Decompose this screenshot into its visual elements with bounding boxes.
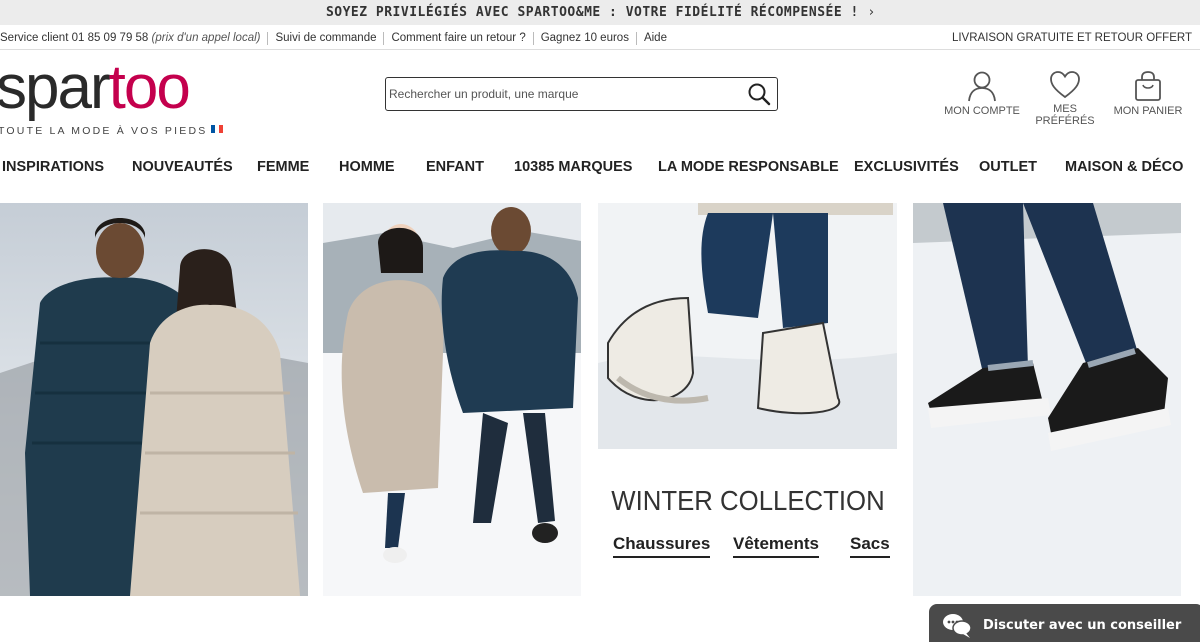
nav-marques[interactable]: 10385 MARQUES: [514, 159, 632, 175]
logo-part-2: too: [108, 53, 191, 122]
favorites-button[interactable]: MES PRÉFÉRÉS: [1026, 70, 1104, 127]
cart-button[interactable]: MON PANIER: [1112, 70, 1184, 117]
hero-image-white-boots[interactable]: [598, 203, 897, 449]
search-icon: [748, 83, 771, 106]
tagline-text: TOUTE LA MODE À VOS PIEDS: [0, 125, 208, 137]
promo-text[interactable]: SOYEZ PRIVILÉGIÉS AVEC SPARTOO&ME : VOTR…: [326, 5, 859, 20]
chat-widget[interactable]: Discuter avec un conseiller: [929, 604, 1200, 642]
collection-title: WINTER COLLECTION: [611, 485, 885, 516]
nav-exclusivites[interactable]: EXCLUSIVITÉS: [854, 159, 959, 175]
utility-links: Service client 01 85 09 79 58 (prix d'un…: [0, 31, 667, 45]
nav-maison-deco[interactable]: MAISON & DÉCO: [1065, 159, 1183, 175]
nav-enfant[interactable]: ENFANT: [426, 159, 484, 175]
search-box: [385, 77, 778, 111]
running-couple-illustration: [323, 203, 581, 596]
logo-tagline: TOUTE LA MODE À VOS PIEDS: [0, 125, 224, 137]
utility-bar: Service client 01 85 09 79 58 (prix d'un…: [0, 27, 1200, 50]
hero-image-black-boots[interactable]: [913, 203, 1181, 596]
order-tracking-link[interactable]: Suivi de commande: [275, 32, 376, 44]
site-logo[interactable]: spartoo TOUTE LA MODE À VOS PIEDS: [0, 56, 236, 138]
heart-icon: [1050, 71, 1080, 99]
account-button[interactable]: MON COMPTE: [944, 70, 1020, 117]
bag-icon: [1135, 71, 1161, 101]
search-input[interactable]: [389, 79, 739, 109]
returns-link[interactable]: Comment faire un retour ?: [391, 32, 525, 44]
help-link[interactable]: Aide: [644, 32, 667, 44]
clothing-link[interactable]: Vêtements: [733, 534, 819, 558]
main-nav: INSPIRATIONS NOUVEAUTÉS FEMME HOMME ENFA…: [0, 156, 1200, 180]
nav-homme[interactable]: HOMME: [339, 159, 395, 175]
logo-wordmark: spartoo: [0, 53, 191, 122]
hero-image-couple[interactable]: [0, 203, 308, 596]
promo-banner[interactable]: SOYEZ PRIVILÉGIÉS AVEC SPARTOO&ME : VOTR…: [0, 0, 1200, 25]
cart-label: MON PANIER: [1113, 105, 1183, 117]
chat-label: Discuter avec un conseiller: [983, 617, 1182, 633]
customer-service-label: Service client 01 85 09 79 58: [0, 32, 149, 44]
free-delivery-text[interactable]: LIVRAISON GRATUITE ET RETOUR OFFERT: [952, 32, 1192, 44]
shoes-link[interactable]: Chaussures: [613, 534, 711, 558]
user-icon: [968, 71, 996, 102]
favorites-label: MES PRÉFÉRÉS: [1035, 103, 1095, 127]
customer-service-note: (prix d'un appel local): [151, 32, 261, 44]
nav-nouveautes[interactable]: NOUVEAUTÉS: [132, 159, 233, 175]
separator: [383, 31, 385, 45]
nav-outlet[interactable]: OUTLET: [979, 159, 1037, 175]
white-boots-illustration: [598, 203, 897, 449]
logo-part-1: spar: [0, 53, 111, 122]
chat-bubbles-icon: [943, 614, 972, 638]
separator: [267, 31, 269, 45]
france-flag-icon: [211, 125, 224, 133]
separator: [532, 31, 534, 45]
couple-photo-illustration: [0, 203, 308, 596]
separator: [635, 31, 637, 45]
chevron-right-icon[interactable]: ›: [869, 5, 874, 20]
bags-link[interactable]: Sacs: [850, 534, 890, 558]
collection-links: Chaussures Vêtements Sacs: [598, 534, 898, 564]
black-boots-illustration: [913, 203, 1181, 596]
nav-inspirations[interactable]: INSPIRATIONS: [2, 159, 104, 175]
nav-femme[interactable]: FEMME: [257, 159, 309, 175]
customer-service[interactable]: Service client 01 85 09 79 58 (prix d'un…: [0, 32, 260, 44]
search-button[interactable]: [747, 82, 771, 106]
account-label: MON COMPTE: [944, 105, 1020, 117]
referral-link[interactable]: Gagnez 10 euros: [541, 32, 629, 44]
hero-image-running-couple[interactable]: [323, 203, 581, 596]
nav-mode-responsable[interactable]: LA MODE RESPONSABLE: [658, 159, 839, 175]
